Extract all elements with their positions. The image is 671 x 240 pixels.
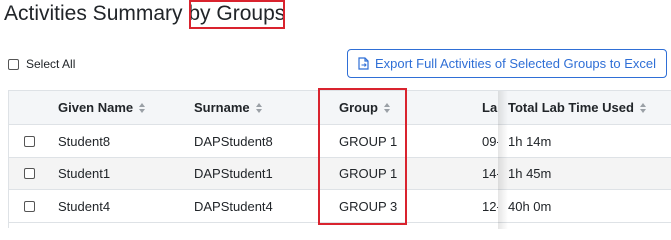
export-button-label: Export Full Activities of Selected Group…: [374, 56, 657, 71]
sort-icon[interactable]: [139, 102, 146, 113]
col-header-label: La: [482, 100, 498, 115]
total-lab-time-cell: 1h 14m: [508, 133, 552, 149]
sort-icon[interactable]: [639, 102, 646, 113]
given-name-cell: Student1: [58, 166, 111, 181]
total-lab-time-cell: 40h 0m: [508, 198, 552, 214]
group-column-highlight-box: [318, 88, 407, 225]
given-name-cell: Student8: [58, 133, 111, 149]
col-header-label: Total Lab Time Used: [508, 100, 634, 115]
select-all-label: Select All: [26, 57, 76, 71]
row-checkbox[interactable]: [23, 135, 35, 147]
surname-cell: DAPStudent1: [194, 166, 273, 181]
given-name-cell: Student4: [58, 198, 111, 214]
row-checkbox[interactable]: [23, 168, 35, 179]
row-select-cell: [9, 125, 49, 157]
col-header-label: Surname: [194, 100, 250, 115]
col-header-given-name[interactable]: Given Name: [58, 91, 188, 124]
surname-cell: DAPStudent8: [194, 133, 273, 149]
surname-cell: DAPStudent4: [194, 198, 273, 214]
select-all-control[interactable]: Select All: [8, 57, 75, 71]
total-lab-time-cell: 1h 45m: [508, 166, 552, 181]
file-export-icon: [358, 57, 369, 70]
row-select-cell: [9, 190, 49, 222]
col-header-total-lab-time[interactable]: Total Lab Time Used: [508, 91, 671, 124]
row-checkbox[interactable]: [23, 200, 35, 212]
groups-highlight-box: [189, 0, 285, 29]
select-all-checkbox[interactable]: [8, 58, 19, 70]
export-excel-button[interactable]: Export Full Activities of Selected Group…: [347, 49, 667, 78]
col-header-label: Given Name: [58, 100, 134, 115]
col-header-surname[interactable]: Surname: [194, 91, 324, 124]
row-select-cell: [9, 158, 49, 189]
sort-icon[interactable]: [255, 102, 262, 113]
